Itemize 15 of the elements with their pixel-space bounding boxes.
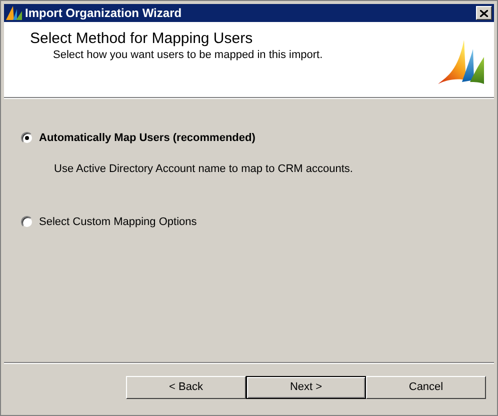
page-title: Select Method for Mapping Users — [30, 30, 254, 48]
window-title: Import Organization Wizard — [25, 5, 183, 22]
wizard-button[interactable]: Cancel — [366, 376, 486, 399]
option-description: Use Active Directory Account name to map to CRM accounts. — [53, 162, 354, 176]
close-button[interactable] — [476, 6, 492, 20]
radio-button[interactable] — [21, 132, 33, 144]
sails-logo-icon — [436, 40, 484, 86]
close-icon — [480, 10, 488, 16]
wizard-button[interactable]: Next > — [246, 376, 366, 399]
radio-option[interactable]: Select Custom Mapping Options — [21, 214, 494, 230]
radio-option[interactable]: Automatically Map Users (recommended) — [21, 130, 494, 146]
page-subtitle: Select how you want users to be mapped in this import. — [52, 48, 324, 62]
wizard-button[interactable]: < Back — [126, 376, 246, 399]
sails-logo-icon — [6, 6, 22, 20]
radio-button[interactable] — [21, 216, 33, 228]
